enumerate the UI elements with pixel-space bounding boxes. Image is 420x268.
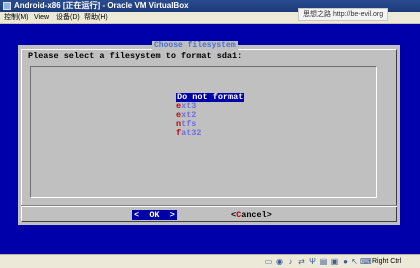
option-fat32[interactable]: fat32	[176, 129, 202, 138]
display-icon[interactable]: ▣	[330, 257, 339, 266]
shared-folder-icon[interactable]: ▤	[319, 257, 328, 266]
ok-bracket-left: <	[134, 210, 140, 220]
virtualbox-app-icon	[3, 2, 11, 10]
cancel-bracket-right: >	[266, 210, 272, 220]
mouse-integration-icon[interactable]: ↖	[350, 257, 359, 266]
optical-drive-icon[interactable]: ◉	[275, 257, 284, 266]
keyboard-icon[interactable]: ⌨	[360, 257, 372, 266]
watermark-text: 思想之路 http://be-evil.org	[298, 8, 389, 21]
button-separator	[21, 205, 397, 207]
ok-button[interactable]: < OK >	[132, 210, 177, 220]
menu-help[interactable]: 帮助(H)	[84, 12, 108, 23]
ok-bracket-right: >	[169, 210, 175, 220]
hard-disk-icon[interactable]: ▭	[264, 257, 273, 266]
menu-control[interactable]: 控制(M)	[4, 12, 29, 23]
choose-filesystem-dialog: Choose filesystem Please select a filesy…	[18, 41, 400, 225]
menu-view[interactable]: View	[34, 12, 49, 23]
filesystem-list: Do not format ext3 ext2 ntfs fat32	[30, 66, 377, 198]
status-bar: ▭ ◉ ♪ ⇄ Ψ ▤ ▣ ● ↖ ⌨ Right Ctrl	[0, 254, 420, 268]
dialog-title: Choose filesystem	[152, 41, 238, 51]
audio-icon[interactable]: ♪	[286, 257, 295, 266]
vm-screen[interactable]: Choose filesystem Please select a filesy…	[0, 24, 420, 254]
dialog-prompt: Please select a filesystem to format sda…	[28, 51, 243, 61]
menu-devices[interactable]: 设备(D)	[56, 12, 80, 23]
ok-label: OK	[149, 210, 160, 220]
window-title: Android-x86 [正在运行] - Oracle VM VirtualBo…	[14, 1, 189, 10]
option-label: at32	[181, 128, 202, 138]
network-icon[interactable]: ⇄	[297, 257, 306, 266]
host-key-label: Right Ctrl	[372, 258, 402, 265]
recording-icon[interactable]: ●	[341, 257, 350, 266]
cancel-button[interactable]: <Cancel>	[231, 210, 272, 220]
cancel-label: ancel	[241, 210, 267, 220]
usb-icon[interactable]: Ψ	[308, 257, 317, 266]
